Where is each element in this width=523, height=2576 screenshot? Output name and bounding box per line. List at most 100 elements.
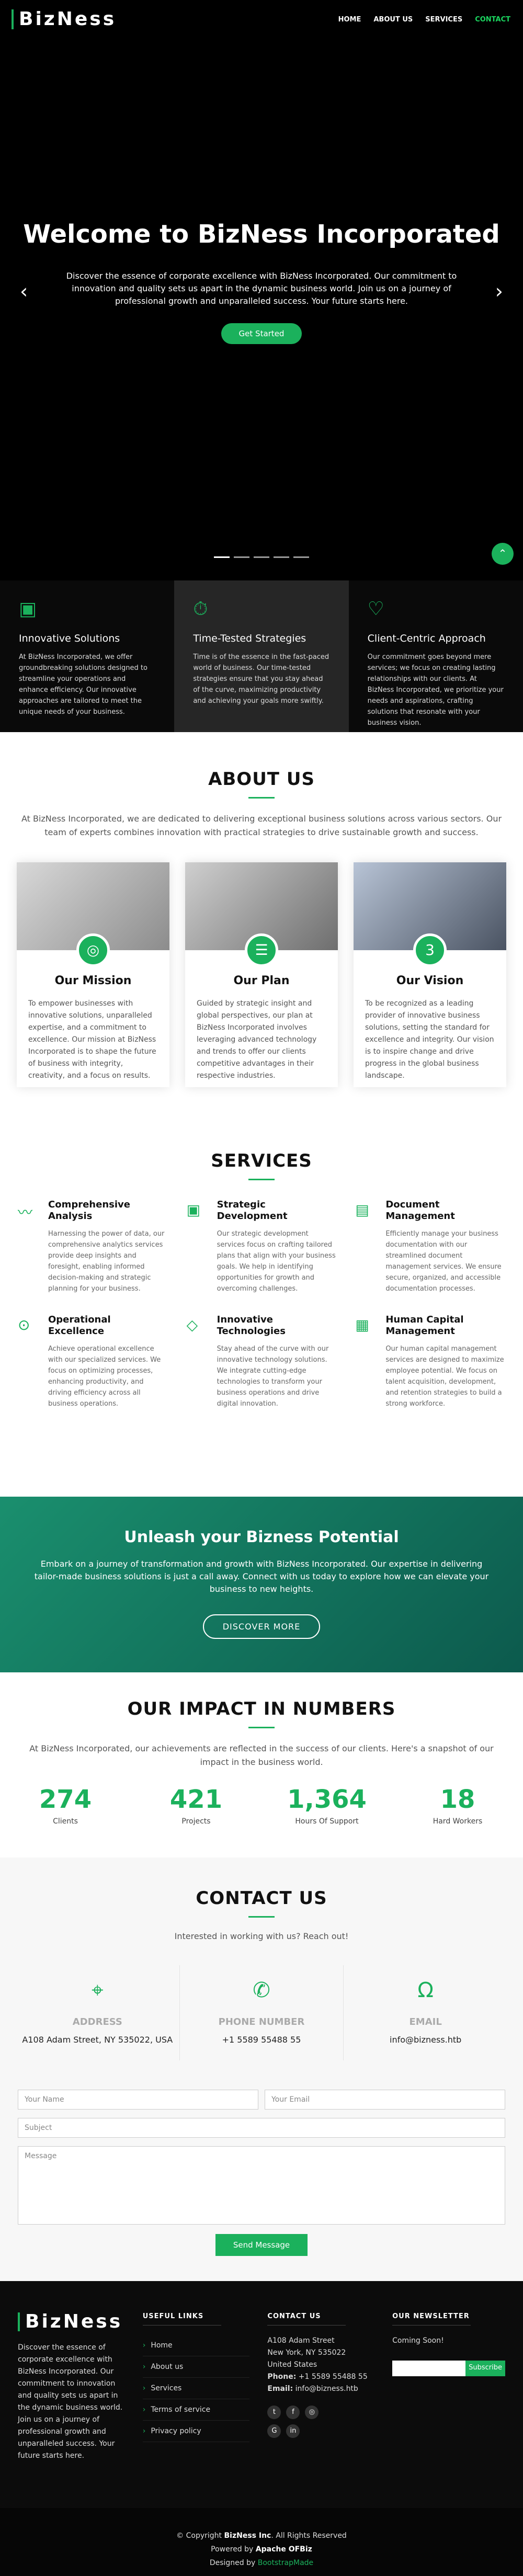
stat-number: 1,364 xyxy=(287,1785,367,1814)
service-title[interactable]: Human Capital Management xyxy=(385,1314,505,1337)
email-input[interactable]: Your Email xyxy=(265,2090,505,2110)
footer-link-services[interactable]: Services xyxy=(142,2378,250,2399)
card-text: To empower businesses with innovative so… xyxy=(28,999,156,1080)
title-divider xyxy=(248,1179,275,1180)
carousel-indicator[interactable] xyxy=(234,556,249,558)
newsletter-email-input[interactable] xyxy=(392,2361,466,2376)
list-icon: ☰ xyxy=(245,933,278,967)
title-divider xyxy=(248,1727,275,1728)
stat-item: 274 Clients xyxy=(0,1785,131,1826)
google-plus-icon[interactable]: G xyxy=(267,2424,281,2438)
nav-services[interactable]: SERVICES xyxy=(425,16,462,24)
name-input[interactable]: Your Name xyxy=(18,2090,258,2110)
footer-link-terms[interactable]: Terms of service xyxy=(142,2399,250,2421)
footer-link-privacy[interactable]: Privacy policy xyxy=(142,2421,250,2442)
footer-logo[interactable]: BizNess xyxy=(18,2312,125,2331)
card-title[interactable]: Our Vision xyxy=(354,974,506,987)
binoculars-icon: ⊙ xyxy=(18,1316,30,1333)
cta-title: Unleash your Bizness Potential xyxy=(124,1528,399,1546)
contact-info-row: ⌖ ADDRESS A108 Adam Street, NY 535022, U… xyxy=(16,1965,507,2060)
hero-title: Welcome to BizNess Incorporated xyxy=(23,220,500,249)
cta-section: Unleash your Bizness Potential Embark on… xyxy=(0,1497,523,1672)
site-logo[interactable]: BizNess xyxy=(12,9,116,29)
card-title[interactable]: Our Plan xyxy=(185,974,338,987)
linkedin-icon[interactable]: in xyxy=(286,2424,300,2438)
footer-link-about[interactable]: About us xyxy=(142,2356,250,2378)
subject-input[interactable]: Subject xyxy=(18,2118,505,2138)
services-section: SERVICES 〰 Comprehensive Analysis Harness… xyxy=(0,1150,523,1409)
back-to-top-button[interactable]: ⌃ xyxy=(492,543,514,565)
designed-by-link[interactable]: BootstrapMade xyxy=(258,2559,313,2567)
service-title[interactable]: Operational Excellence xyxy=(48,1314,168,1337)
carousel-indicator[interactable] xyxy=(214,556,230,558)
carousel-next-icon[interactable]: › xyxy=(495,280,503,303)
services-title: SERVICES xyxy=(211,1150,312,1171)
card-title[interactable]: Our Mission xyxy=(17,974,169,987)
powered-prefix: Powered by xyxy=(211,2545,254,2554)
stat-number: 18 xyxy=(440,1785,475,1814)
footer-address-line: New York, NY 535022 xyxy=(267,2349,346,2357)
message-textarea[interactable]: Message xyxy=(18,2146,505,2225)
carousel-indicator[interactable] xyxy=(274,556,289,558)
stats-row: 274 Clients 421 Projects 1,364 Hours Of Sup… xyxy=(0,1785,523,1826)
facebook-icon[interactable]: f xyxy=(286,2406,300,2419)
carousel-indicator[interactable] xyxy=(293,556,309,558)
stat-label: Hours Of Support xyxy=(295,1817,359,1826)
footer-contact: CONTACT US A108 Adam Street New York, NY… xyxy=(267,2312,374,2462)
document-icon: ▤ xyxy=(355,1201,369,1218)
footer-address-line: United States xyxy=(267,2361,317,2369)
footer-about: BizNess Discover the essence of corporat… xyxy=(18,2312,125,2462)
envelope-icon: Ω xyxy=(417,1978,434,2002)
stopwatch-icon: ⏱ xyxy=(193,598,208,620)
instagram-icon[interactable]: ◎ xyxy=(305,2406,319,2419)
service-title[interactable]: Document Management xyxy=(385,1199,505,1222)
info-label: ADDRESS xyxy=(72,2016,122,2027)
powered-by-link[interactable]: Apache OFBiz xyxy=(256,2545,312,2554)
about-card: ◎ Our Mission To empower businesses with… xyxy=(17,862,169,1087)
footer-link-home[interactable]: Home xyxy=(142,2335,250,2356)
feature-item: ♡ Client-Centric Approach Our commitment… xyxy=(349,580,523,732)
get-started-button[interactable]: Get Started xyxy=(221,323,302,344)
send-message-button[interactable]: Send Message xyxy=(215,2234,308,2256)
footer-links: USEFUL LINKS Home About us Services Term… xyxy=(142,2312,250,2462)
calendar-icon: ▦ xyxy=(355,1316,369,1333)
social-links: t f ◎ G in xyxy=(267,2406,335,2438)
footer-about-text: Discover the essence of corporate excell… xyxy=(18,2343,123,2460)
book-icon: ▣ xyxy=(186,1201,201,1218)
service-title[interactable]: Strategic Development xyxy=(217,1199,337,1222)
cta-text: Embark on a journey of transformation an… xyxy=(34,1559,489,1594)
service-title[interactable]: Comprehensive Analysis xyxy=(48,1199,168,1222)
impact-intro: At BizNess Incorporated, our achievement… xyxy=(29,1743,494,1767)
feature-item: ⏱ Time-Tested Strategies Time is of the … xyxy=(174,580,349,732)
card-text: Guided by strategic insight and global p… xyxy=(197,999,317,1080)
footer-contact-title: CONTACT US xyxy=(267,2312,374,2326)
about-card: 3 Our Vision To be recognized as a leadi… xyxy=(354,862,506,1087)
service-item: ▣ Strategic Development Our strategic dev… xyxy=(187,1199,337,1294)
about-title: ABOUT US xyxy=(208,769,315,790)
service-text: Harnessing the power of data, our compre… xyxy=(48,1230,165,1293)
newsletter-title: OUR NEWSLETTER xyxy=(392,2312,505,2326)
title-divider xyxy=(248,1916,275,1918)
info-value: info@bizness.htb xyxy=(390,2035,462,2045)
footer-phone-label: Phone: xyxy=(267,2373,297,2381)
subscribe-button[interactable]: Subscribe xyxy=(465,2361,505,2376)
service-text: Stay ahead of the curve with our innovat… xyxy=(217,1345,329,1408)
nav-about[interactable]: ABOUT US xyxy=(373,16,413,24)
copyright-company: BizNess Inc xyxy=(224,2532,271,2540)
service-item: ⊙ Operational Excellence Achieve operatio… xyxy=(18,1314,168,1409)
nav-home[interactable]: HOME xyxy=(338,16,361,24)
discover-more-button[interactable]: DISCOVER MORE xyxy=(202,1614,321,1639)
carousel-prev-icon[interactable]: ‹ xyxy=(20,280,28,303)
copyright-prefix: © Copyright xyxy=(176,2532,222,2540)
contact-info-email: Ω EMAIL info@bizness.htb xyxy=(344,1965,507,2060)
about-card: ☰ Our Plan Guided by strategic insight a… xyxy=(185,862,338,1087)
nav-contact[interactable]: CONTACT xyxy=(475,16,510,24)
info-value: A108 Adam Street, NY 535022, USA xyxy=(22,2035,173,2045)
footer-address-line: A108 Adam Street xyxy=(267,2336,335,2345)
service-title[interactable]: Innovative Technologies xyxy=(217,1314,337,1337)
twitter-icon[interactable]: t xyxy=(267,2406,281,2419)
bullseye-icon: ◎ xyxy=(76,933,110,967)
footer-links-title: USEFUL LINKS xyxy=(142,2312,250,2326)
service-item: ◇ Innovative Technologies Stay ahead of t… xyxy=(187,1314,337,1409)
carousel-indicator[interactable] xyxy=(254,556,269,558)
